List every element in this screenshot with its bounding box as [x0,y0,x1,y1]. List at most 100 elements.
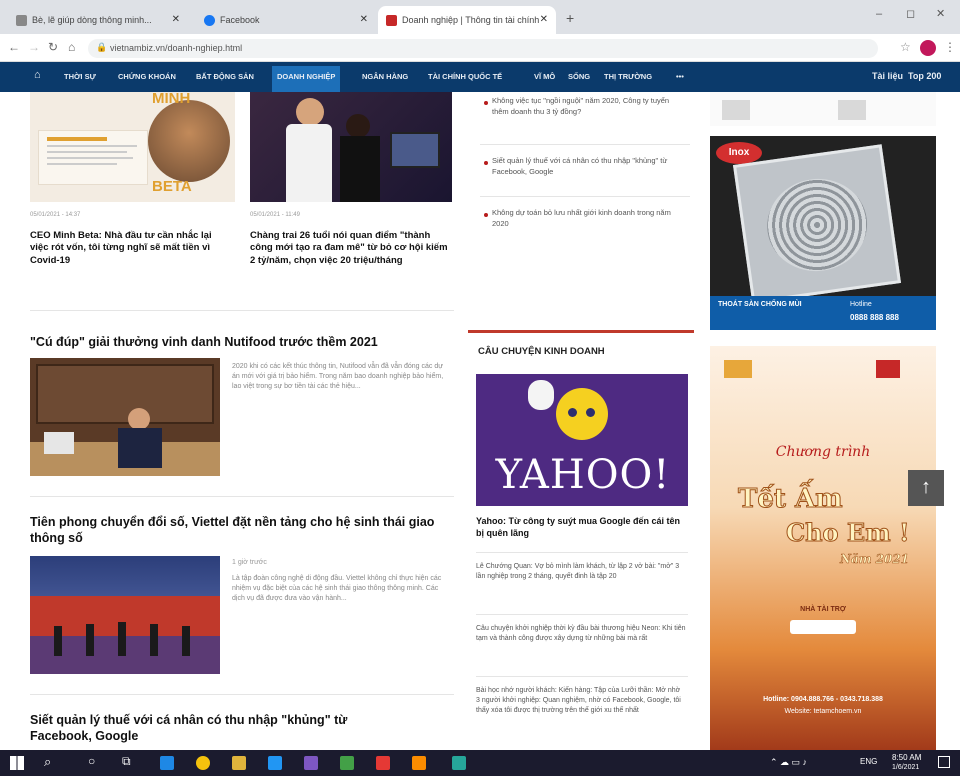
url-text: vietnambiz.vn/doanh-nghiep.html [110,43,243,53]
menu-dots-icon[interactable]: ⋮ [944,40,956,54]
new-tab-icon[interactable]: + [566,10,574,26]
bullet-icon [484,213,488,217]
article-title[interactable]: Siết quản lý thuế với cá nhân có thu nhậ… [30,712,390,745]
related-link[interactable]: Siết quản lý thuế với cá nhân có thu nhậ… [492,156,682,178]
tab-favicon-icon [16,15,27,26]
windows-start-icon[interactable] [10,756,24,770]
close-icon[interactable]: ✕ [172,14,180,25]
ad-text: Hotline: 0904.888.766 - 0343.718.388 [763,696,883,703]
ad-text: THOÁT SÀN CHỐNG MÙI [718,301,802,308]
task-view-icon[interactable]: ⧉ [122,754,131,769]
file-explorer-icon[interactable] [232,756,246,770]
article-thumbnail[interactable] [30,556,220,674]
window-close-icon[interactable]: ✕ [936,7,945,20]
nav-item-thoi-su[interactable]: THỜI SỰ [64,72,96,81]
nav-item-thi-truong[interactable]: THỊ TRƯỜNG [604,72,652,81]
drain-grate-image [732,144,902,304]
article-thumbnail[interactable] [30,358,220,476]
article-title[interactable]: Yahoo: Từ công ty suýt mua Google đến cá… [476,516,686,539]
section-heading[interactable]: CÂU CHUYỆN KINH DOANH [478,346,605,357]
close-icon[interactable]: ✕ [360,14,368,25]
ad-text: Hotline [850,301,872,308]
divider [476,552,688,553]
story-link[interactable]: Bài học nhớ người khách: Kiến hàng: Tập … [476,686,686,716]
bullet-icon [484,161,488,165]
article-title[interactable]: CEO Minh Beta: Nhà đầu tư cần nhắc lại v… [30,230,230,267]
url-field[interactable]: 🔒 vietnambiz.vn/doanh-nghiep.html [88,39,878,58]
yahoo-logo: YAHOO! [495,452,671,498]
app-icon[interactable] [376,756,390,770]
edge-icon[interactable] [160,756,174,770]
tab-label: Doanh nghiệp | Thông tin tài chính [402,15,540,25]
nav-item-vi-mo[interactable]: VĨ MÔ [534,72,555,81]
article-timestamp: 1 giờ trước [232,559,267,566]
nav-top-200[interactable]: Top 200 [908,71,941,81]
clock-time[interactable]: 8:50 AM [892,753,921,762]
nav-item-song[interactable]: SỐNG [568,72,590,81]
article-thumbnail[interactable]: MINH BETA [30,92,235,202]
notification-icon[interactable] [938,756,950,768]
facebook-icon [204,15,215,26]
tray-icons[interactable]: ⌃ ☁ ▭ ♪ [770,757,807,768]
ad-phone: 0888 888 888 [850,313,899,322]
charity-ad-banner[interactable]: Chương trình Tết Ấm Cho Em ! Năm 2021 NH… [710,346,936,750]
related-link[interactable]: Không việc tục "ngồi nguội" năm 2020, Cô… [492,96,682,118]
article-title[interactable]: Tiên phong chuyển đổi số, Viettel đặt nề… [30,514,440,547]
section-accent-bar [468,330,694,333]
cortana-icon[interactable]: ○ [88,754,95,768]
profile-avatar[interactable] [920,40,936,56]
site-navigation: ⌂ THỜI SỰ CHỨNG KHOÁN BẤT ĐỘNG SẢN DOANH… [0,62,960,92]
browser-tab[interactable]: Bè, lẽ giúp dòng thông minh... ✕ [8,6,188,34]
article-thumbnail[interactable] [250,92,452,202]
ad-text: Website: tetamchoem.vn [784,708,862,715]
story-link[interactable]: Lê Chướng Quan: Vợ bỏ mình làm khách, từ… [476,562,686,582]
search-icon[interactable]: ⌕ [44,754,51,770]
divider [476,614,688,615]
nav-item-ngan-hang[interactable]: NGÂN HÀNG [362,72,408,81]
app-icon[interactable] [268,756,282,770]
divider [480,144,690,145]
nav-item-doanh-nghiep[interactable]: DOANH NGHIỆP [272,66,341,92]
ad-headline: Cho Em ! [786,518,910,548]
clock-date[interactable]: 1/6/2021 [892,764,919,771]
portrait-photo [148,100,230,182]
ad-text: Chương trình [775,444,871,460]
tab-label: Bè, lẽ giúp dòng thông minh... [32,15,152,25]
nav-item-chung-khoan[interactable]: CHỨNG KHOÁN [118,72,176,81]
drain-ad-banner[interactable]: Inox THOÁT SÀN CHỐNG MÙI Hotline 0888 88… [710,136,936,330]
ad-headline: Tết Ấm [738,484,844,515]
nav-item-bat-dong-san[interactable]: BẤT ĐỘNG SẢN [196,72,254,81]
story-link[interactable]: Câu chuyện khởi nghiệp thời kỳ đầu bài t… [476,624,686,644]
app-icon[interactable] [452,756,466,770]
ad-brand-logo: Inox [716,142,762,164]
article-timestamp: 05/01/2021 - 11:49 [250,212,300,218]
app-icon[interactable] [340,756,354,770]
scroll-top-button[interactable]: ↑ [908,470,944,506]
language-indicator[interactable]: ENG [860,757,877,766]
close-icon[interactable]: ✕ [540,14,548,25]
home-icon[interactable]: ⌂ [68,40,75,54]
star-icon[interactable]: ☆ [900,40,911,54]
magazine-page [38,130,148,185]
back-arrow-icon[interactable]: ← [8,40,20,54]
home-icon[interactable]: ⌂ [34,69,41,81]
minimize-icon[interactable]: – [876,8,882,20]
article-title[interactable]: "Cú đúp" giải thưởng vinh danh Nutifood … [30,334,454,350]
article-summary: Là tập đoàn công nghệ di động đầu. Viett… [232,575,442,603]
article-title[interactable]: Chàng trai 26 tuổi nói quan điểm "thành … [250,230,450,267]
app-icon[interactable] [412,756,426,770]
chrome-icon[interactable] [196,756,210,770]
related-link[interactable]: Không dự toán bỏ lưu nhất giới kinh doan… [492,208,682,230]
nav-more-icon[interactable]: ••• [676,72,684,81]
ad-footer: THOÁT SÀN CHỐNG MÙI Hotline 0888 888 888 [710,296,936,330]
yahoo-thumbnail[interactable]: YAHOO! [476,374,688,506]
browser-tab[interactable]: Facebook ✕ [196,6,376,34]
browser-tab-active[interactable]: Doanh nghiệp | Thông tin tài chính ✕ [378,6,556,34]
nav-item-tai-chinh-quoc-te[interactable]: TÀI CHÍNH QUỐC TẾ [428,72,502,81]
app-icon[interactable] [304,756,318,770]
forward-arrow-icon[interactable]: → [28,40,40,54]
lock-icon: 🔒 [96,42,108,52]
reload-icon[interactable]: ↻ [48,40,58,54]
maximize-icon[interactable]: ◻ [906,7,915,20]
nav-tai-lieu[interactable]: Tài liệu [872,71,903,81]
